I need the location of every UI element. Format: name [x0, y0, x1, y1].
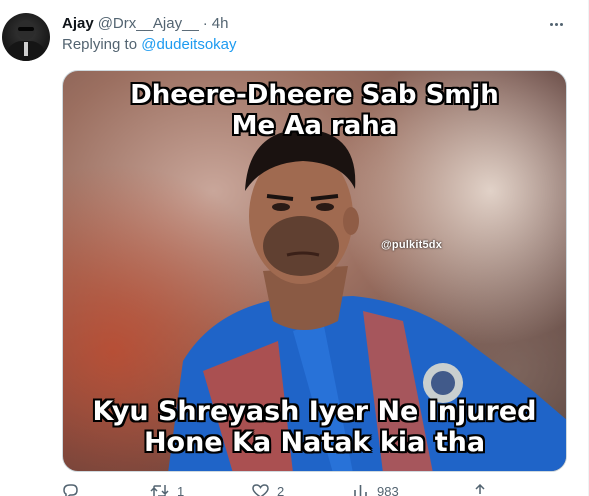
- avatar-tie: [24, 42, 28, 56]
- tweet-image[interactable]: Dheere-Dheere Sab Smjh Me Aa raha @pulki…: [62, 70, 567, 472]
- replying-to-label: Replying to: [62, 36, 138, 53]
- views-button[interactable]: 983: [352, 484, 399, 496]
- caption-bottom-line1: Kyu Shreyash Iyer Ne Injured: [92, 396, 537, 427]
- more-icon[interactable]: [545, 13, 567, 35]
- separator-dot: ·: [202, 14, 208, 32]
- caption-top-line1: Dheere-Dheere Sab Smjh: [130, 80, 499, 110]
- share-icon: [475, 484, 485, 494]
- like-count: 2: [277, 483, 285, 496]
- tweet-actions: 1 2 983: [62, 484, 502, 496]
- view-count: 983: [377, 483, 399, 496]
- replying-to: Replying to @dudeitsokay: [62, 36, 237, 53]
- image-watermark: @pulkit5dx: [381, 239, 443, 251]
- like-button[interactable]: 2: [252, 484, 284, 496]
- avatar[interactable]: [2, 13, 50, 61]
- tweet-time[interactable]: 4h: [212, 15, 229, 32]
- caption-bottom: Kyu Shreyash Iyer Ne Injured Hone Ka Nat…: [63, 396, 566, 458]
- replying-to-mention[interactable]: @dudeitsokay: [141, 36, 236, 53]
- retweet-count: 1: [177, 483, 185, 496]
- tweet-header: Ajay @Drx__Ajay__ · 4h: [62, 13, 228, 33]
- retweet-icon: [150, 485, 169, 496]
- caption-top: Dheere-Dheere Sab Smjh Me Aa raha: [63, 80, 566, 142]
- avatar-sunglasses: [18, 27, 34, 31]
- like-icon: [252, 484, 269, 496]
- reply-button[interactable]: [62, 484, 87, 496]
- caption-bottom-line2: Hone Ka Natak kia tha: [143, 427, 486, 458]
- author-name[interactable]: Ajay: [62, 15, 94, 32]
- retweet-button[interactable]: 1: [150, 484, 184, 496]
- author-handle[interactable]: @Drx__Ajay__: [98, 15, 199, 32]
- reply-icon: [63, 484, 78, 496]
- share-button[interactable]: [472, 484, 488, 496]
- views-icon: [354, 485, 367, 496]
- tweet[interactable]: Ajay @Drx__Ajay__ · 4h Replying to @dude…: [0, 0, 589, 496]
- caption-top-line2: Me Aa raha: [231, 111, 398, 141]
